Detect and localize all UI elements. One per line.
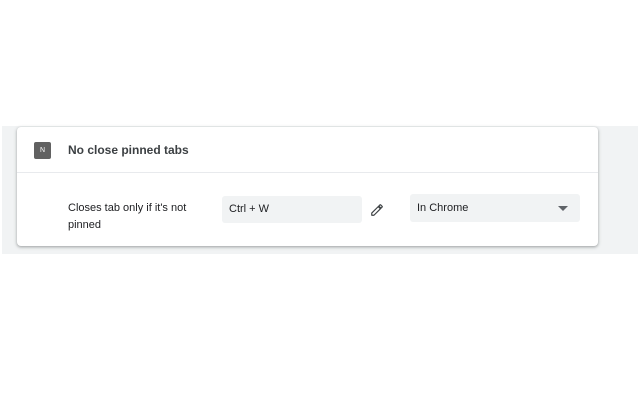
scope-value: In Chrome [417, 202, 469, 214]
shortcut-value: Ctrl + W [229, 203, 270, 215]
chevron-down-icon [558, 206, 568, 211]
extension-icon: N [34, 142, 51, 159]
command-description: Closes tab only if it's not pinned [68, 202, 187, 231]
extension-name: No close pinned tabs [68, 143, 189, 157]
extension-shortcut-card: N No close pinned tabs Closes tab only i… [17, 127, 598, 246]
shortcut-input[interactable]: Ctrl + W [222, 196, 362, 223]
scope-select[interactable]: In Chrome [410, 194, 580, 222]
edit-shortcut-button[interactable] [367, 200, 387, 220]
card-header: N No close pinned tabs [17, 127, 598, 173]
pencil-icon [371, 204, 383, 216]
